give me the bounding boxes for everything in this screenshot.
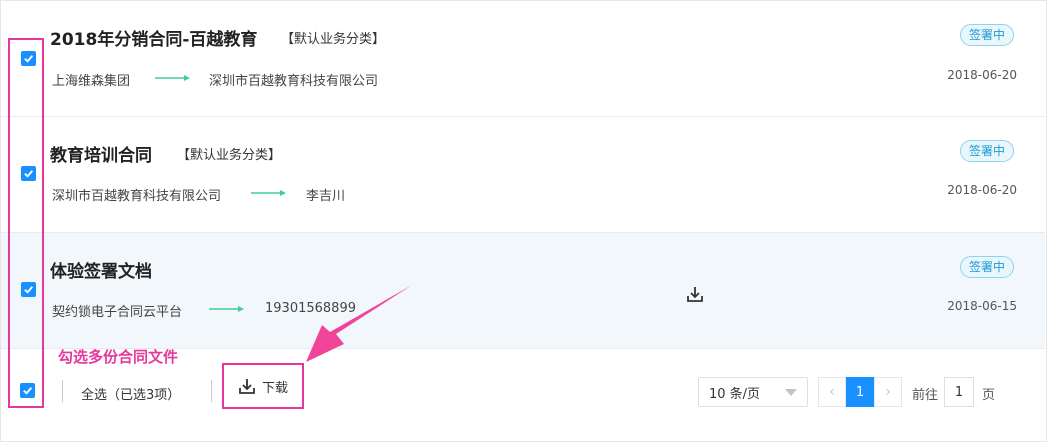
annotation-text: 勾选多份合同文件 bbox=[58, 348, 179, 366]
annotation-highlight-box bbox=[8, 38, 44, 408]
contract-date: 2018-06-15 bbox=[947, 299, 1017, 313]
download-icon[interactable] bbox=[686, 285, 704, 303]
page-size-value: 10 条/页 bbox=[709, 386, 761, 402]
chevron-left-icon: ‹ bbox=[829, 384, 835, 400]
contract-date: 2018-06-20 bbox=[947, 183, 1017, 197]
chevron-down-icon bbox=[785, 389, 797, 396]
arrow-right-icon bbox=[155, 75, 190, 81]
prev-page-button[interactable]: ‹ bbox=[818, 377, 846, 407]
contract-category: 【默认业务分类】 bbox=[281, 32, 386, 47]
goto-page-input[interactable]: 1 bbox=[944, 377, 974, 407]
download-icon bbox=[239, 379, 255, 394]
page-unit-label: 页 bbox=[982, 388, 996, 403]
contract-title[interactable]: 教育培训合同 bbox=[50, 141, 152, 166]
page-number-current[interactable]: 1 bbox=[846, 377, 874, 407]
contract-sender: 契约锁电子合同云平台 bbox=[52, 305, 183, 320]
arrow-right-icon bbox=[209, 306, 244, 312]
page-size-select[interactable]: 10 条/页 bbox=[698, 377, 808, 407]
status-badge: 签署中 bbox=[959, 24, 1014, 46]
contract-receiver: 深圳市百越教育科技有限公司 bbox=[209, 74, 379, 89]
contract-date: 2018-06-20 bbox=[947, 68, 1017, 82]
contract-title[interactable]: 体验签署文档 bbox=[50, 257, 152, 282]
download-button[interactable]: 下载 bbox=[222, 363, 304, 409]
contract-row[interactable]: 教育培训合同 【默认业务分类】 深圳市百越教育科技有限公司 李吉川 签署中 20… bbox=[1, 117, 1045, 233]
contract-receiver: 李吉川 bbox=[306, 189, 346, 204]
contract-title[interactable]: 2018年分销合同-百越教育 bbox=[50, 25, 257, 50]
contract-sender: 深圳市百越教育科技有限公司 bbox=[52, 189, 222, 204]
next-page-button[interactable]: › bbox=[874, 377, 902, 407]
chevron-right-icon: › bbox=[885, 384, 891, 400]
select-all-label[interactable]: 全选（已选3项） bbox=[81, 384, 180, 403]
status-badge: 签署中 bbox=[959, 256, 1014, 278]
divider bbox=[211, 380, 212, 402]
annotation-arrow-icon bbox=[306, 285, 412, 362]
contract-category: 【默认业务分类】 bbox=[177, 148, 282, 163]
status-badge: 签署中 bbox=[959, 140, 1014, 162]
goto-label: 前往 bbox=[912, 388, 939, 403]
contract-row[interactable]: 2018年分销合同-百越教育 【默认业务分类】 上海维森集团 深圳市百越教育科技… bbox=[1, 1, 1045, 117]
divider bbox=[62, 380, 63, 402]
download-label: 下载 bbox=[261, 380, 288, 396]
arrow-right-icon bbox=[251, 190, 286, 196]
contract-row[interactable]: 体验签署文档 契约锁电子合同云平台 19301568899 签署中 2018-0… bbox=[1, 233, 1045, 349]
contract-sender: 上海维森集团 bbox=[52, 74, 131, 89]
